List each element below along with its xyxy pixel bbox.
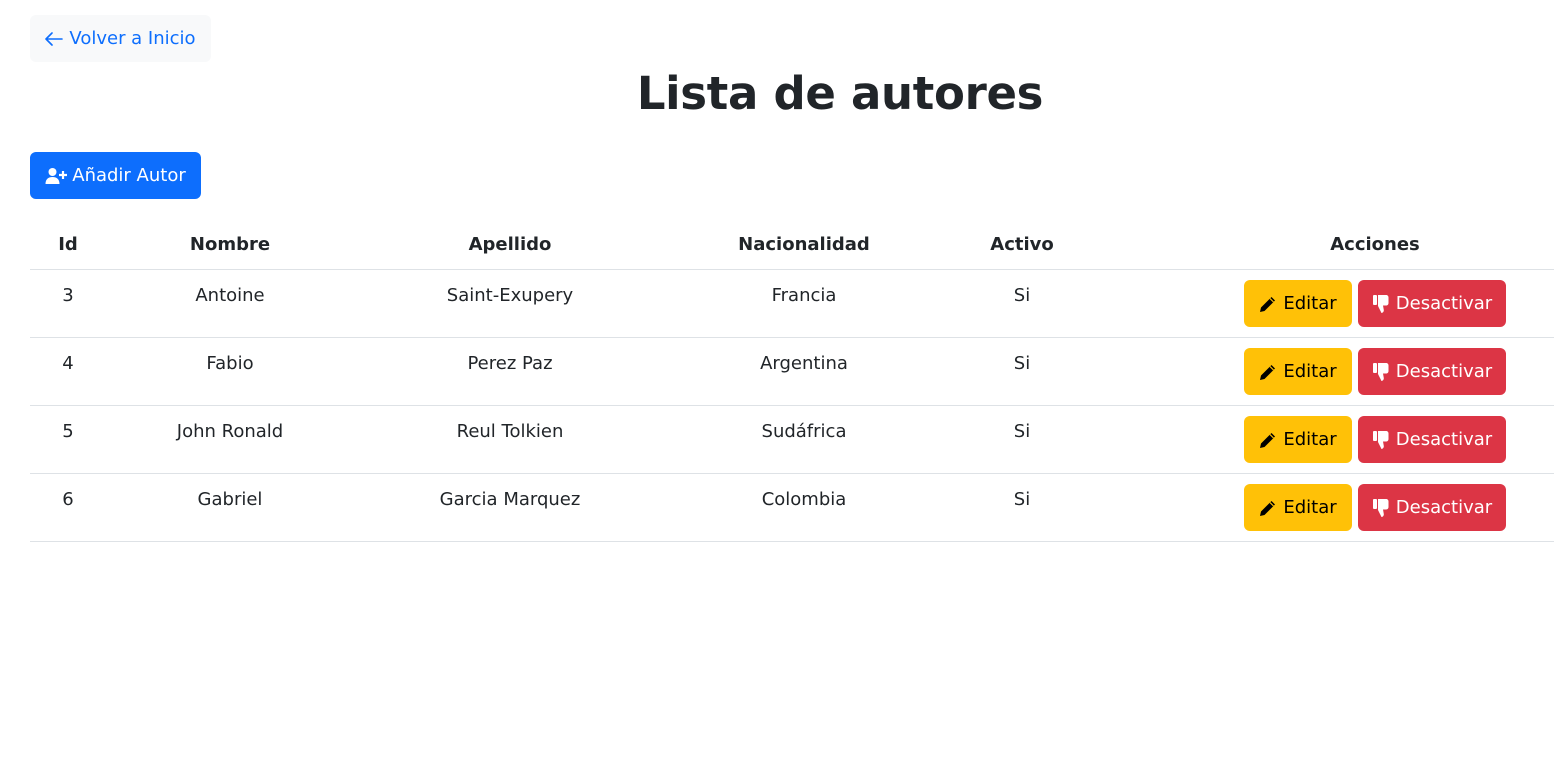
cell-nacionalidad: Colombia (761, 489, 847, 510)
deactivate-label: Desactivar (1395, 497, 1493, 518)
table-header-row: Id Nombre Apellido Nacionalidad Activo A… (30, 222, 1554, 270)
cell-nombre: Antoine (195, 285, 265, 306)
cell-id: 4 (62, 353, 74, 374)
header-activo: Activo (990, 234, 1054, 255)
add-author-label: Añadir Autor (72, 165, 186, 186)
page-title: Lista de autores (636, 67, 1044, 120)
cell-nombre: Fabio (206, 353, 254, 374)
cell-apellido: Garcia Marquez (439, 489, 581, 510)
cell-nacionalidad: Argentina (760, 353, 848, 374)
cell-id: 6 (62, 489, 74, 510)
back-to-home-button[interactable]: Volver a Inicio (30, 15, 211, 62)
deactivate-button[interactable]: Desactivar (1358, 484, 1506, 531)
cell-activo: Si (1013, 489, 1031, 510)
edit-button[interactable]: Editar (1244, 348, 1352, 395)
row-actions: Editar Desactivar (1244, 416, 1506, 463)
cell-activo: Si (1013, 353, 1031, 374)
cell-nacionalidad: Francia (771, 285, 837, 306)
edit-label: Editar (1283, 361, 1337, 382)
edit-label: Editar (1283, 497, 1337, 518)
cell-apellido: Saint-Exupery (446, 285, 574, 306)
row-actions: Editar Desactivar (1244, 348, 1506, 395)
pencil-icon (1259, 499, 1277, 517)
back-button-label: Volver a Inicio (69, 28, 196, 49)
arrow-left-icon (45, 31, 64, 46)
deactivate-button[interactable]: Desactivar (1358, 280, 1506, 327)
table-row: 6 Gabriel Garcia Marquez Colombia Si Edi… (30, 474, 1554, 542)
header-nombre: Nombre (189, 234, 271, 255)
header-acciones: Acciones (1330, 234, 1420, 255)
cell-apellido: Reul Tolkien (456, 421, 564, 442)
header-nacionalidad: Nacionalidad (738, 234, 870, 255)
edit-button[interactable]: Editar (1244, 484, 1352, 531)
edit-button[interactable]: Editar (1244, 280, 1352, 327)
thumbs-down-icon (1372, 294, 1390, 314)
deactivate-label: Desactivar (1395, 361, 1493, 382)
deactivate-button[interactable]: Desactivar (1358, 416, 1506, 463)
cell-activo: Si (1013, 421, 1031, 442)
authors-table: Id Nombre Apellido Nacionalidad Activo A… (30, 222, 1554, 542)
cell-id: 3 (62, 285, 74, 306)
thumbs-down-icon (1372, 362, 1390, 382)
edit-button[interactable]: Editar (1244, 416, 1352, 463)
cell-nombre: Gabriel (197, 489, 263, 510)
deactivate-label: Desactivar (1395, 429, 1493, 450)
table-row: 3 Antoine Saint-Exupery Francia Si Edita… (30, 270, 1554, 338)
pencil-icon (1259, 431, 1277, 449)
header-apellido: Apellido (468, 234, 552, 255)
user-plus-icon (45, 167, 68, 185)
edit-label: Editar (1283, 429, 1337, 450)
cell-id: 5 (62, 421, 74, 442)
add-author-button[interactable]: Añadir Autor (30, 152, 201, 199)
deactivate-button[interactable]: Desactivar (1358, 348, 1506, 395)
pencil-icon (1259, 295, 1277, 313)
row-actions: Editar Desactivar (1244, 280, 1506, 327)
cell-apellido: Perez Paz (467, 353, 553, 374)
thumbs-down-icon (1372, 498, 1390, 518)
table-row: 4 Fabio Perez Paz Argentina Si Editar De… (30, 338, 1554, 406)
cell-nombre: John Ronald (176, 421, 284, 442)
cell-activo: Si (1013, 285, 1031, 306)
deactivate-label: Desactivar (1395, 293, 1493, 314)
table-row: 5 John Ronald Reul Tolkien Sudáfrica Si … (30, 406, 1554, 474)
edit-label: Editar (1283, 293, 1337, 314)
pencil-icon (1259, 363, 1277, 381)
cell-nacionalidad: Sudáfrica (761, 421, 847, 442)
header-id: Id (58, 234, 78, 255)
row-actions: Editar Desactivar (1244, 484, 1506, 531)
thumbs-down-icon (1372, 430, 1390, 450)
